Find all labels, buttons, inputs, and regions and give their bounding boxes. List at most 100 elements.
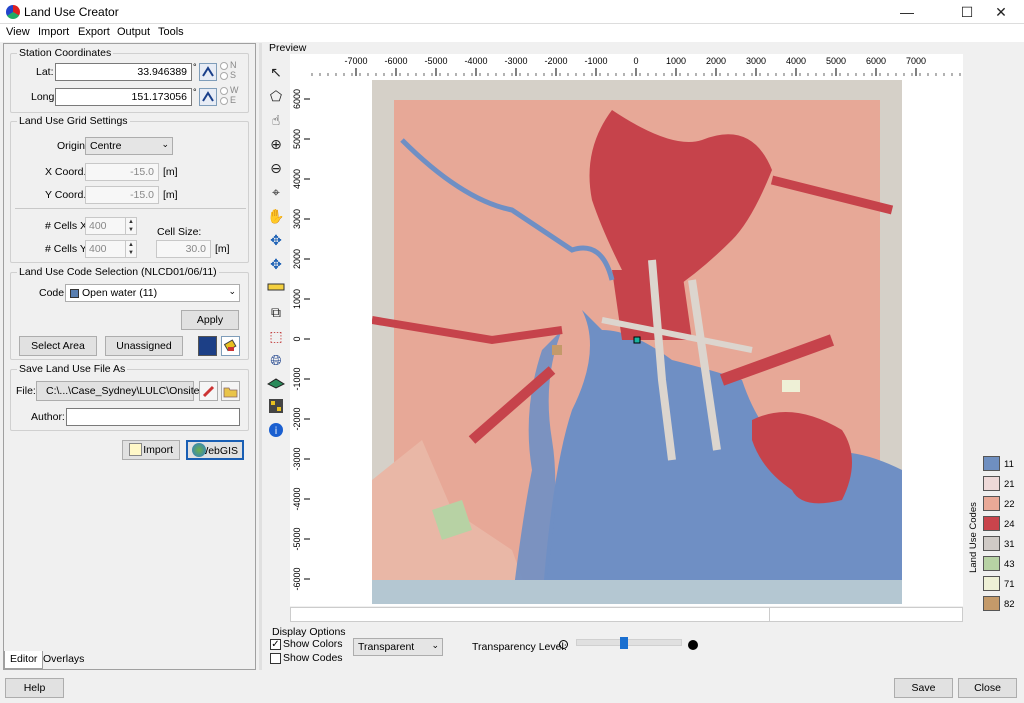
- close-window-button[interactable]: ✕: [978, 0, 1024, 24]
- top-ruler: -7000 -6000 -5000 -4000 -3000 -2000 -1000 0 1000…: [290, 54, 963, 76]
- menu-view[interactable]: View: [6, 26, 30, 38]
- top-ruler-ticks: -7000 -6000 -5000 -4000 -3000 -2000 -1000 0 1000…: [311, 56, 961, 76]
- west-radio[interactable]: [220, 87, 228, 95]
- legend-label: 24: [1004, 519, 1015, 530]
- fill-area-icon[interactable]: [198, 336, 217, 356]
- file-path-button[interactable]: C:\...\Case_Sydney\LULC\Onsite.tif: [36, 381, 211, 401]
- pointer-icon[interactable]: ↖: [266, 62, 286, 82]
- unit-label: [m]: [163, 189, 178, 201]
- eraser-icon[interactable]: [221, 336, 240, 356]
- legend-swatch: [983, 596, 1000, 611]
- transparency-slider-track[interactable]: [576, 639, 682, 646]
- layers-icon[interactable]: [266, 374, 286, 394]
- legend-title: Land Use Codes: [967, 502, 979, 573]
- ruler-tick-label: 6000: [866, 56, 886, 66]
- station-coordinates-group: Station Coordinates Lat: 33.946389 ° N S…: [10, 47, 249, 113]
- window-title: Land Use Creator: [24, 5, 119, 19]
- folder-open-icon[interactable]: [221, 381, 240, 401]
- east-radio[interactable]: [220, 97, 228, 105]
- ruler-tick-label: 4000: [292, 169, 302, 189]
- ruler-tick-label: 3000: [292, 209, 302, 229]
- lat-input[interactable]: 33.946389: [55, 63, 192, 81]
- long-input[interactable]: 151.173056: [55, 88, 192, 106]
- land-use-map[interactable]: [372, 80, 902, 604]
- legend-label: 82: [1004, 599, 1015, 610]
- horizontal-scrollbar[interactable]: [290, 607, 963, 622]
- code-select[interactable]: Open water (11) ⌄: [65, 284, 240, 302]
- ruler-tick-label: -6000: [292, 567, 302, 590]
- save-button[interactable]: Save: [894, 678, 953, 698]
- origin-select[interactable]: Centre ⌄: [85, 137, 173, 155]
- help-button[interactable]: Help: [5, 678, 64, 698]
- origin-value: Centre: [90, 140, 122, 152]
- legend-label: 31: [1004, 539, 1015, 550]
- coordinate-picker-icon[interactable]: [199, 63, 217, 81]
- cells-y-stepper[interactable]: 400 ▲ ▼: [85, 240, 137, 258]
- ruler-tick-label: -5000: [424, 56, 447, 66]
- transparency-slider-thumb[interactable]: [619, 637, 628, 649]
- code-swatch: [70, 289, 79, 298]
- x-coord-input[interactable]: -15.0: [85, 163, 159, 181]
- grid-settings-group: Land Use Grid Settings Origin: Centre ⌄ X…: [10, 115, 249, 263]
- svg-text:i: i: [275, 426, 278, 437]
- menu-export[interactable]: Export: [78, 26, 110, 38]
- apply-button[interactable]: Apply: [181, 310, 239, 330]
- spin-arrows-icon[interactable]: ▲ ▼: [125, 241, 136, 257]
- transparency-max-icon: [688, 640, 698, 650]
- tab-overlays[interactable]: Overlays: [38, 651, 89, 669]
- splitter[interactable]: [259, 43, 262, 670]
- pencil-icon[interactable]: [199, 381, 218, 401]
- pan-hand-icon[interactable]: ✋: [266, 206, 286, 226]
- import-button[interactable]: Import: [122, 440, 180, 460]
- ruler-tick-label: -4000: [292, 487, 302, 510]
- south-label: S: [230, 70, 237, 80]
- legend-swatch: [983, 556, 1000, 571]
- unassigned-button[interactable]: Unassigned: [105, 336, 183, 356]
- legend-swatch: [983, 456, 1000, 471]
- select-area-button[interactable]: Select Area: [19, 336, 97, 356]
- minimize-button[interactable]: —: [884, 0, 930, 24]
- menu-output[interactable]: Output: [117, 26, 150, 38]
- east-label: E: [230, 95, 237, 105]
- app-logo-icon: [6, 5, 20, 19]
- unit-label: [m]: [163, 166, 178, 178]
- zoom-out-icon[interactable]: ⊖: [266, 158, 286, 178]
- show-codes-checkbox[interactable]: [270, 653, 281, 664]
- cells-x-stepper[interactable]: 400 ▲ ▼: [85, 217, 137, 235]
- map-toolbar: ↖ ⬠ ☝ ⊕ ⊖ ⌖ ✋ ✥ ✥ ⧉ ⬚ 🌐︎ i: [266, 60, 288, 450]
- menu-import[interactable]: Import: [38, 26, 69, 38]
- cell-size-input[interactable]: 30.0: [156, 240, 211, 258]
- zoom-in-icon[interactable]: ⊕: [266, 134, 286, 154]
- grid-codes-icon[interactable]: [266, 398, 286, 418]
- measure-area-icon[interactable]: ⧉: [266, 302, 286, 322]
- file-label: File:: [16, 385, 36, 397]
- ruler-tick-label: 1000: [292, 289, 302, 309]
- select-rectangle-icon[interactable]: ⬚: [266, 326, 286, 346]
- crosshair-icon[interactable]: ⌖: [266, 182, 286, 202]
- group-title: Land Use Code Selection (NLCD01/06/11): [17, 266, 219, 278]
- display-mode-select[interactable]: Transparent ⌄: [353, 638, 443, 656]
- long-label: Long:: [31, 91, 58, 103]
- ruler-tick-label: -2000: [292, 407, 302, 430]
- webgis-button[interactable]: WebGIS: [186, 440, 244, 460]
- spin-arrows-icon[interactable]: ▲ ▼: [125, 218, 136, 234]
- display-options-title: Display Options: [272, 626, 346, 638]
- info-icon[interactable]: i: [266, 422, 286, 442]
- author-label: Author:: [31, 411, 65, 423]
- close-button[interactable]: Close: [958, 678, 1017, 698]
- zoom-fit-icon[interactable]: ✥: [266, 254, 286, 274]
- freeform-select-icon[interactable]: ☝: [266, 110, 286, 130]
- coordinate-picker-icon[interactable]: [199, 88, 217, 106]
- show-colors-checkbox[interactable]: ✓: [270, 639, 281, 650]
- author-input[interactable]: [66, 408, 240, 426]
- menu-tools[interactable]: Tools: [158, 26, 184, 38]
- left-ruler-ticks: 6000 5000 4000 3000 2000 1000 0 -1000 -2000 -3000…: [292, 89, 310, 591]
- y-coord-input[interactable]: -15.0: [85, 186, 159, 204]
- south-radio[interactable]: [220, 72, 228, 80]
- globe-icon[interactable]: 🌐︎: [266, 350, 286, 370]
- north-radio[interactable]: [220, 62, 228, 70]
- polygon-select-icon[interactable]: ⬠: [266, 86, 286, 106]
- ruler-icon[interactable]: [266, 278, 286, 298]
- zoom-extents-icon[interactable]: ✥: [266, 230, 286, 250]
- ruler-tick-label: 0: [292, 336, 302, 341]
